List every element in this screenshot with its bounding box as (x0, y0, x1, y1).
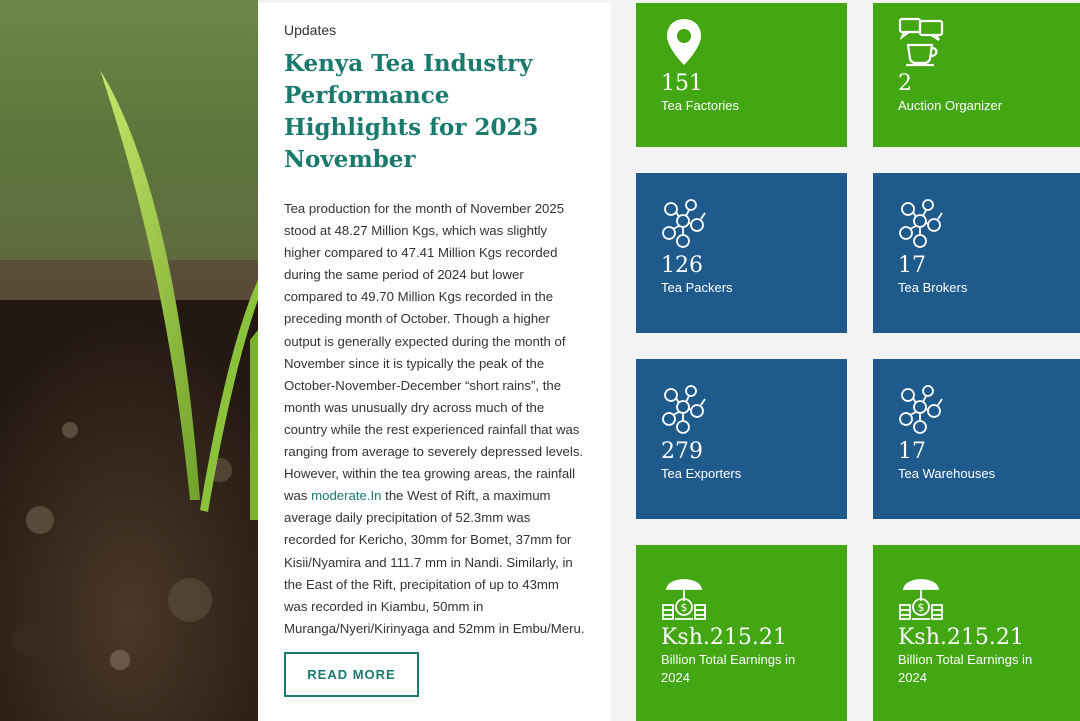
money-umbrella-icon: $ (899, 579, 943, 620)
chat-cup-icon (898, 17, 944, 67)
network-people-icon (662, 385, 706, 434)
network-people-icon (899, 199, 943, 248)
article-inline-link[interactable]: moderate.In (311, 488, 381, 503)
stat-tile-auction-organizer[interactable]: 2 Auction Organizer (873, 3, 1080, 147)
stat-label: Tea Packers (661, 280, 733, 295)
stat-label: Tea Factories (661, 98, 740, 113)
stat-label: Billion Total Earnings in 2024 (898, 652, 1033, 685)
article-body-text-2: the West of Rift, a maximum average dail… (284, 488, 585, 636)
network-people-icon (899, 385, 943, 434)
stat-label: Tea Exporters (661, 466, 742, 481)
stat-value: 151 (661, 71, 703, 96)
stat-label: Billion Total Earnings in 2024 (661, 652, 796, 685)
svg-text:$: $ (918, 601, 925, 614)
location-pin-icon (667, 19, 701, 65)
stat-value: 279 (661, 439, 703, 464)
stat-tile-total-earnings-2[interactable]: $ Ksh.215.21 Billion Total Earnings in 2… (873, 545, 1080, 721)
stat-value: 126 (661, 253, 703, 278)
stat-label: Tea Warehouses (898, 466, 996, 481)
money-umbrella-icon: $ (662, 579, 706, 620)
article-title[interactable]: Kenya Tea Industry Performance Highlight… (284, 48, 585, 176)
stat-tile-tea-factories[interactable]: 151 Tea Factories (636, 3, 847, 147)
stat-tile-tea-warehouses[interactable]: 17 Tea Warehouses (873, 359, 1080, 519)
stat-value: 17 (898, 253, 926, 278)
stat-value: Ksh.215.21 (661, 625, 787, 650)
svg-text:$: $ (681, 601, 688, 614)
network-people-icon (662, 199, 706, 248)
stat-tile-tea-packers[interactable]: 126 Tea Packers (636, 173, 847, 333)
stat-tile-total-earnings[interactable]: $ Ksh.215.21 Billion Total Earnings in 2… (636, 545, 847, 721)
article-body: Tea production for the month of November… (284, 198, 585, 640)
read-more-button[interactable]: READ MORE (284, 652, 419, 697)
stat-label: Auction Organizer (898, 98, 1003, 113)
stat-tile-tea-brokers[interactable]: 17 Tea Brokers (873, 173, 1080, 333)
stat-value: 17 (898, 439, 926, 464)
article-card: Updates Kenya Tea Industry Performance H… (258, 3, 611, 721)
stat-label: Tea Brokers (898, 280, 968, 295)
article-kicker: Updates (284, 22, 337, 38)
stat-tile-tea-exporters[interactable]: 279 Tea Exporters (636, 359, 847, 519)
seedling-photo (0, 0, 258, 721)
stat-value: 2 (898, 71, 912, 96)
article-body-text-1: Tea production for the month of November… (284, 201, 584, 504)
stat-value: Ksh.215.21 (898, 625, 1024, 650)
